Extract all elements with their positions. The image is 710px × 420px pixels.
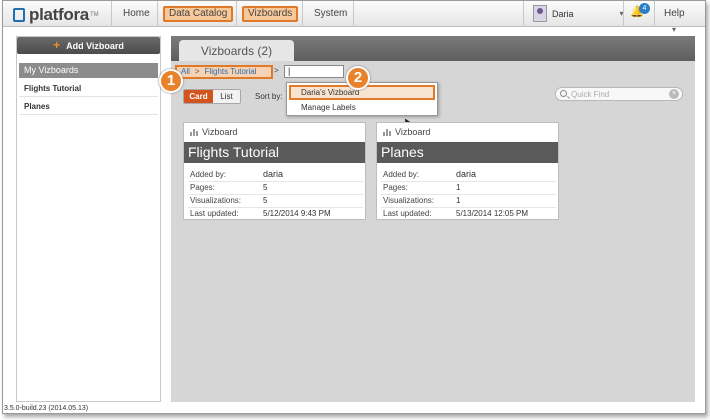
bar-chart-icon: [190, 128, 198, 136]
card-row-value: 1: [456, 183, 461, 192]
card-row-value: 1: [456, 196, 461, 205]
card-row-label: Added by:: [383, 170, 420, 179]
help-label: Help: [664, 8, 685, 19]
avatar: [533, 5, 547, 22]
card-row-value: 5/13/2014 12:05 PM: [456, 209, 529, 218]
callout-1-badge: 1: [159, 69, 183, 93]
search-icon: [560, 90, 567, 97]
card-row-label: Last updated:: [190, 209, 239, 218]
main-panel: Vizboards (2) All > Flights Tutorial > | 1…: [159, 36, 695, 402]
nav-divider: [353, 1, 354, 27]
card-row-value: 5/12/2014 9:43 PM: [263, 209, 331, 218]
card-type-label: Vizboard: [383, 127, 430, 137]
nav-vizboards[interactable]: Vizboards: [242, 6, 299, 22]
tab-vizboards[interactable]: Vizboards (2): [179, 40, 294, 61]
card-type-text: Vizboard: [202, 127, 238, 137]
chevron-down-icon: ▾: [672, 25, 677, 34]
nav-system[interactable]: System: [308, 6, 353, 22]
breadcrumb: All > Flights Tutorial: [175, 65, 273, 79]
bar-chart-icon: [383, 128, 391, 136]
card-divider: [188, 207, 363, 208]
card-row-label: Pages:: [190, 183, 215, 192]
callout-2-badge: 2: [346, 66, 370, 90]
logo-text: platfora: [29, 5, 89, 24]
breadcrumb-separator: >: [274, 66, 279, 75]
nav-divider: [523, 1, 524, 27]
quick-find-placeholder: Quick Find: [571, 90, 610, 99]
logo-mark-icon: [13, 8, 25, 22]
menu-item-manage-labels[interactable]: Manage Labels: [301, 103, 356, 112]
card-row-value: 5: [263, 183, 268, 192]
plus-icon: +: [53, 38, 61, 52]
breadcrumb-all-link[interactable]: All: [181, 67, 190, 76]
card-divider: [188, 181, 363, 182]
main-header: Vizboards (2): [171, 36, 695, 61]
card-title[interactable]: Planes: [377, 142, 558, 163]
sidebar-item-flights-tutorial[interactable]: Flights Tutorial: [19, 80, 158, 97]
sidebar: + Add Vizboard My Vizboards Flights Tutor…: [16, 36, 161, 402]
card-type-label: Vizboard: [190, 127, 237, 137]
breadcrumb-separator: >: [194, 67, 200, 76]
sidebar-item-planes[interactable]: Planes: [19, 98, 158, 115]
nav-divider: [302, 1, 303, 27]
user-menu[interactable]: Daria ▾: [533, 5, 624, 22]
vizboard-card[interactable]: Vizboard Flights Tutorial Added by: dari…: [183, 122, 366, 220]
notifications-button[interactable]: 🔔 4: [630, 3, 650, 18]
breadcrumb-current-link[interactable]: Flights Tutorial: [205, 67, 257, 76]
add-vizboard-button[interactable]: + Add Vizboard: [17, 37, 160, 54]
card-row-value: daria: [456, 169, 477, 179]
logo-trademark: TM: [89, 12, 99, 18]
nav-divider: [236, 1, 237, 27]
version-label: 3.5.0-build.23 (2014.05.13): [4, 405, 89, 412]
nav-help[interactable]: Help ▾: [658, 6, 705, 34]
card-divider: [381, 181, 556, 182]
nav-divider: [623, 1, 624, 27]
card-divider: [381, 207, 556, 208]
card-view-button[interactable]: Card: [184, 90, 213, 103]
notification-count-badge: 4: [639, 3, 650, 14]
vizboards-body: All > Flights Tutorial > | 1 Daria's Vizbo…: [159, 61, 695, 402]
sort-by-label[interactable]: Sort by:: [255, 92, 283, 101]
nav-divider: [111, 1, 112, 27]
nav-data-catalog[interactable]: Data Catalog: [163, 6, 234, 22]
nav-divider: [654, 1, 655, 27]
view-toggle: Card List: [183, 89, 241, 104]
card-type-text: Vizboard: [395, 127, 431, 137]
card-divider: [381, 194, 556, 195]
add-vizboard-label: Add Vizboard: [66, 41, 124, 51]
nav-divider: [157, 1, 158, 27]
list-view-button[interactable]: List: [213, 90, 240, 103]
quick-find-input[interactable]: Quick Find ×: [555, 87, 683, 101]
app-window: platfora TM Home Data Catalog Vizboards …: [2, 0, 706, 414]
clear-icon[interactable]: ×: [669, 89, 679, 99]
card-row-value: daria: [263, 169, 284, 179]
card-row-label: Last updated:: [383, 209, 432, 218]
top-navbar: platfora TM Home Data Catalog Vizboards …: [3, 1, 705, 34]
card-row-label: Pages:: [383, 183, 408, 192]
sidebar-section-header: My Vizboards: [19, 63, 158, 78]
label-filter-input[interactable]: |: [284, 65, 344, 78]
card-row-label: Added by:: [190, 170, 227, 179]
card-row-value: 5: [263, 196, 268, 205]
card-row-label: Visualizations:: [190, 196, 241, 205]
card-divider: [188, 194, 363, 195]
vizboard-card[interactable]: Vizboard Planes Added by: daria Pages: 1…: [376, 122, 559, 220]
nav-home[interactable]: Home: [117, 6, 156, 22]
card-row-label: Visualizations:: [383, 196, 434, 205]
user-name: Daria: [552, 8, 574, 19]
card-title[interactable]: Flights Tutorial: [184, 142, 365, 163]
platfora-logo[interactable]: platfora TM: [13, 5, 99, 25]
